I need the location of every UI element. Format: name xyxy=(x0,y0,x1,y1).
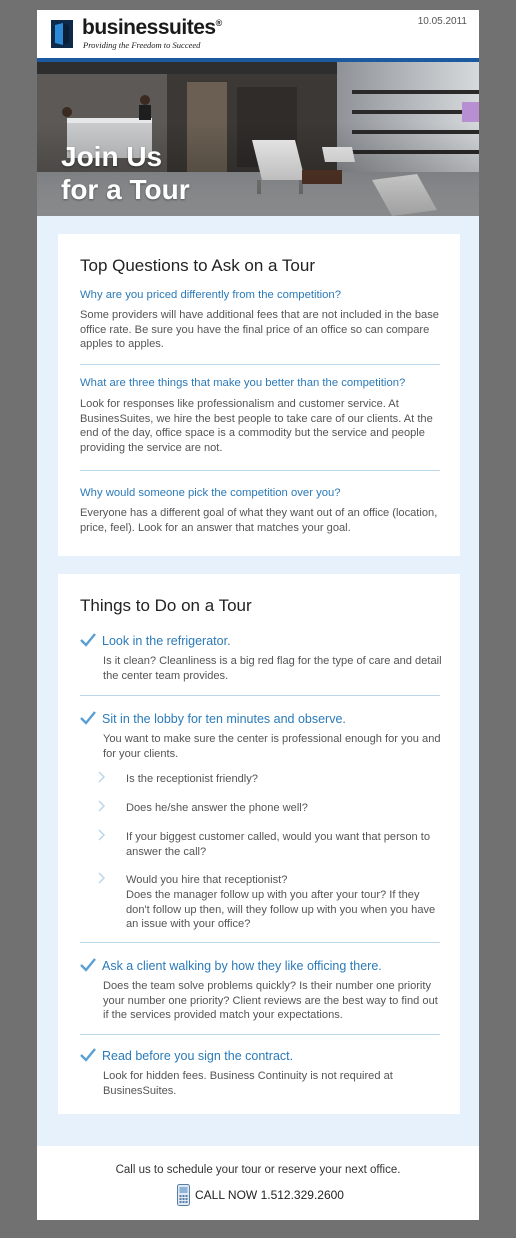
todo-item-1-heading: Look in the refrigerator. xyxy=(102,634,231,648)
brand-tagline: Providing the Freedom to Succeed xyxy=(83,40,201,50)
check-icon xyxy=(80,1048,96,1062)
todo-title: Things to Do on a Tour xyxy=(80,596,252,615)
email-header: businessuites® Providing the Freedom to … xyxy=(37,10,479,58)
check-icon xyxy=(80,633,96,647)
todo-subitem: Would you hire that receptionist? xyxy=(126,874,288,886)
question-1: Why are you priced differently from the … xyxy=(80,289,341,301)
questions-title: Top Questions to Ask on a Tour xyxy=(80,256,315,275)
email-page: businessuites® Providing the Freedom to … xyxy=(37,10,479,1220)
answer-2: Look for responses like professionalism … xyxy=(80,398,433,454)
todo-item-1-body: Is it clean? Cleanliness is a big red fl… xyxy=(103,655,442,682)
content-area: Top Questions to Ask on a Tour Why are y… xyxy=(37,216,479,1146)
divider xyxy=(80,942,440,943)
divider xyxy=(80,364,440,365)
divider xyxy=(80,1034,440,1035)
todo-item-4-heading: Read before you sign the contract. xyxy=(102,1049,294,1063)
answer-3: Everyone has a different goal of what th… xyxy=(80,507,438,534)
arrow-bullet-icon xyxy=(98,872,106,884)
todo-item-2-body: You want to make sure the center is prof… xyxy=(103,733,441,760)
arrow-bullet-icon xyxy=(98,829,106,841)
logo-mark-icon xyxy=(51,20,73,48)
todo-subitem: Is the receptionist friendly? xyxy=(126,773,258,785)
todo-item-3-heading: Ask a client walking by how they like of… xyxy=(102,959,382,973)
divider xyxy=(80,470,440,471)
question-2: What are three things that make you bett… xyxy=(80,377,406,389)
todo-subitem: If your biggest customer called, would y… xyxy=(126,831,431,858)
arrow-bullet-icon xyxy=(98,771,106,783)
arrow-bullet-icon xyxy=(98,800,106,812)
todo-item-3-body: Does the team solve problems quickly? Is… xyxy=(103,980,438,1021)
answer-1: Some providers will have additional fees… xyxy=(80,309,439,350)
divider xyxy=(80,695,440,696)
check-icon xyxy=(80,958,96,972)
brand-name: businessuites® xyxy=(82,16,222,39)
hero-title: Join Us for a Tour xyxy=(61,141,190,205)
todo-subitem-detail: Does the manager follow up with you afte… xyxy=(126,889,436,930)
todo-card: Things to Do on a Tour Look in the refri… xyxy=(58,574,460,1114)
todo-item-4-body: Look for hidden fees. Business Continuit… xyxy=(103,1070,393,1097)
issue-date: 10.05.2011 xyxy=(417,16,467,27)
question-3: Why would someone pick the competition o… xyxy=(80,487,341,499)
email-footer: Call us to schedule your tour or reserve… xyxy=(37,1146,479,1220)
todo-subitem: Does he/she answer the phone well? xyxy=(126,802,308,814)
footer-cta: Call us to schedule your tour or reserve… xyxy=(115,1164,401,1176)
hero-banner: Join Us for a Tour xyxy=(37,62,479,216)
todo-item-2-heading: Sit in the lobby for ten minutes and obs… xyxy=(102,712,346,726)
call-now-phone-link[interactable]: CALL NOW 1.512.329.2600 xyxy=(195,1188,344,1202)
questions-card: Top Questions to Ask on a Tour Why are y… xyxy=(58,234,460,556)
phone-icon xyxy=(177,1184,190,1206)
check-icon xyxy=(80,711,96,725)
